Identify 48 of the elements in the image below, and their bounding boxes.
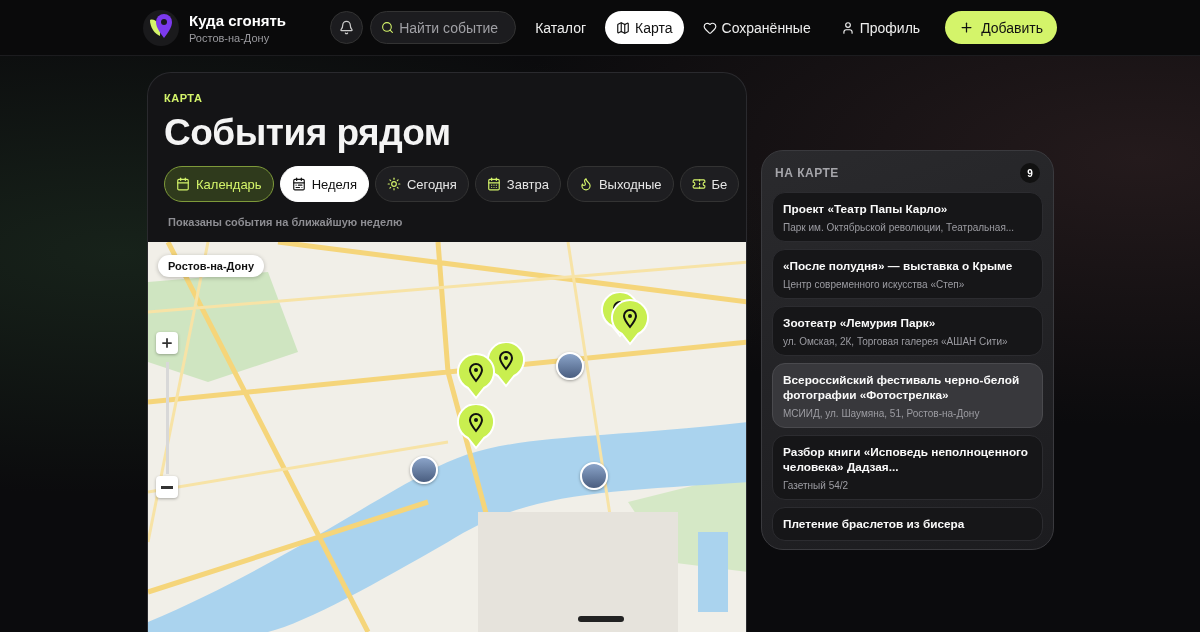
- city-badge: Ростов-на-Дону: [158, 255, 265, 277]
- plus-icon: [959, 20, 975, 35]
- event-item[interactable]: Проект «Театр Папы Карло» Парк им. Октябрьской революции, Театральная...: [772, 192, 1043, 242]
- search-icon: [381, 21, 395, 34]
- calendar-icon: [291, 177, 306, 191]
- nav-link[interactable]: Профиль: [829, 11, 932, 44]
- event-item[interactable]: Всероссийский фестиваль черно-белой фотографии «Фотострелка» МСИИД, ул. Шаумяна, 51, Ростов-на-Дону: [772, 363, 1043, 428]
- flame-icon: [578, 177, 593, 191]
- scroll-handle[interactable]: [578, 616, 624, 622]
- nav-link[interactable]: Сохранённые: [691, 11, 822, 44]
- filter-caption: Показаны события на ближайшую неделю: [168, 216, 404, 228]
- nav-link[interactable]: Каталог: [524, 11, 598, 44]
- heart-icon: [702, 20, 717, 35]
- add-button[interactable]: Добавить: [945, 11, 1057, 44]
- user-icon: [840, 20, 855, 35]
- notifications-button[interactable]: [330, 11, 364, 44]
- event-count: 9: [1020, 163, 1040, 183]
- filter-chip[interactable]: Завтра: [474, 166, 561, 202]
- marker-cluster[interactable]: [456, 342, 526, 400]
- map-marker[interactable]: [456, 404, 496, 450]
- plus-icon: [160, 336, 174, 350]
- calendar-icon: [176, 177, 190, 191]
- sun-icon: [386, 177, 401, 191]
- event-item[interactable]: Плетение браслетов из бисера: [772, 507, 1043, 541]
- brand-title: Куда сгонять: [189, 11, 287, 29]
- filter-chip[interactable]: Сегодня: [374, 166, 469, 202]
- event-item[interactable]: Зоотеатр «Лемурия Парк» ул. Омская, 2К, Торговая галерея «АШАН Сити»: [772, 306, 1043, 356]
- marker-cluster[interactable]: [600, 292, 650, 346]
- zoom-out-button[interactable]: [156, 476, 178, 498]
- filter-chip[interactable]: Выходные: [566, 166, 674, 202]
- bell-icon: [339, 20, 355, 35]
- panel-title: НА КАРТЕ: [775, 166, 839, 180]
- page-title: События рядом: [164, 112, 452, 154]
- nav-link[interactable]: Карта: [605, 11, 684, 44]
- minus-icon: [161, 485, 173, 489]
- logo-icon[interactable]: [143, 9, 179, 46]
- event-item[interactable]: «После полудня» — выставка о Крыме Центр современного искусства «Степ»: [772, 249, 1043, 299]
- calendar-icon: [486, 177, 501, 191]
- ticket-icon: [691, 177, 706, 191]
- filter-chip[interactable]: Неделя: [279, 166, 369, 202]
- map-icon: [616, 20, 631, 35]
- event-item[interactable]: Разбор книги «Исповедь неполноценного человека» Дадзая... Газетный 54/2: [772, 435, 1043, 500]
- search-field[interactable]: Найти событие: [370, 11, 517, 44]
- zoom-in-button[interactable]: [156, 332, 178, 354]
- calendar-toggle[interactable]: Календарь: [164, 166, 274, 202]
- section-label: КАРТА: [164, 92, 204, 104]
- brand-city: Ростов-на-Дону: [189, 31, 271, 44]
- filter-chip[interactable]: Бе: [679, 166, 740, 202]
